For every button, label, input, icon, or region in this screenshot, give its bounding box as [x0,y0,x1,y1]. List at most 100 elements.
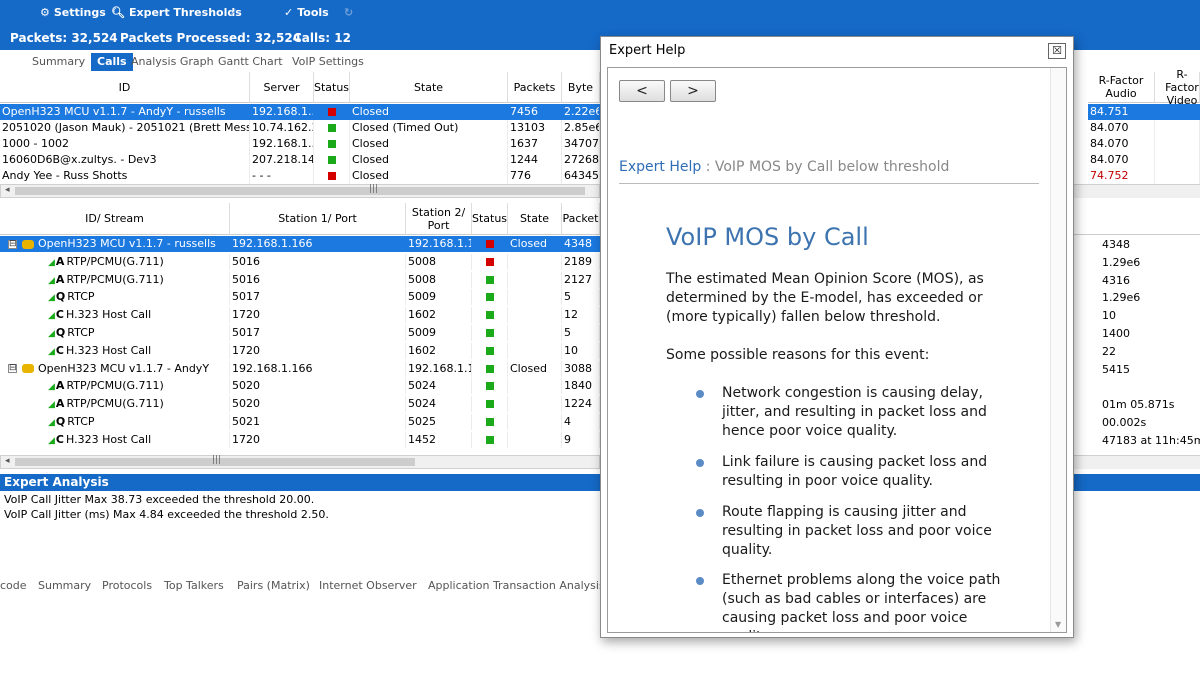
call-state-cell: Closed [350,104,508,120]
calls-count: Calls: 12 [293,31,351,45]
stream-row[interactable]: ◢A RTP/PCMU(G.711) 5020 5024 1840 [0,378,600,395]
collapse-icon[interactable]: ⊟ [8,239,17,249]
station1-cell: 192.168.1.166 [230,236,406,252]
protocol-icon: C [55,432,64,446]
stream-direction-icon: ◢ [48,400,55,411]
col-header-id[interactable]: ID [0,72,250,103]
col-header-stream-state[interactable]: State [508,203,562,235]
help-vertical-scrollbar[interactable]: ▼ [1050,68,1066,632]
col-header-stream-packets[interactable]: Packet [562,203,600,235]
stream-status-cell [472,342,508,359]
table-row[interactable]: 16060D6B@x.zultys. - Dev3207.218.14... Cl… [0,152,600,168]
col-header-id-stream[interactable]: ID/ Stream [0,203,230,235]
tab-gantt-chart[interactable]: Gantt Chart [212,53,289,71]
tab-internet-observer[interactable]: Internet Observer [319,579,417,592]
stream-status-cell [472,271,508,288]
rfactor-video-cell [1155,104,1200,120]
col-header-stream-status[interactable]: Status [472,203,508,235]
tab-analysis-graph[interactable]: Analysis Graph [125,53,220,71]
col-header-station2[interactable]: Station 2/ Port [406,203,472,235]
tab-code[interactable]: code [0,579,27,592]
close-icon: ☒ [1052,44,1062,57]
stream-status-cell [472,414,508,430]
detail-value: 4316 [1102,273,1130,287]
table-row[interactable]: 84.070 [1088,120,1200,136]
expert-analysis-message[interactable]: VoIP Call Jitter Max 38.73 exceeded the … [4,493,314,506]
tab-summary[interactable]: Summary [26,53,91,71]
reasons-lead: Some possible reasons for this event: [666,347,930,363]
col-header-rfactor-video[interactable]: R-Factor Video [1155,68,1200,107]
call-status-cell [314,120,350,136]
tab-voip-settings[interactable]: VoIP Settings [286,53,370,71]
col-header-status[interactable]: Status [314,72,350,103]
col-header-station1[interactable]: Station 1/ Port [230,203,406,235]
table-row[interactable]: 84.751 [1088,104,1200,120]
settings-menu[interactable]: ⚙ Settings [40,6,106,19]
call-tree-row[interactable]: ⊟ OpenH323 MCU v1.1.7 - AndyY 192.168.1.16… [0,360,600,377]
table-row[interactable]: 2051020 (Jason Mauk) - 2051021 (Brett Me… [0,120,600,136]
protocol-icon: C [55,343,64,357]
calls-horizontal-scrollbar[interactable]: ◂ ||| [0,184,600,198]
scroll-down-icon[interactable]: ▼ [1055,620,1061,629]
analysis-tabs: code Summary Protocols Top Talkers Pairs… [0,577,605,595]
dialog-title: Expert Help [609,43,686,58]
stream-status-cell [472,396,508,413]
expert-thresholds-menu[interactable]: 🔍︎ Expert Thresholds [111,6,242,19]
stream-packets-cell: 2127 [562,271,600,288]
expert-analysis-message[interactable]: VoIP Call Jitter (ms) Max 4.84 exceeded … [4,508,329,521]
table-row[interactable]: 74.752 [1088,168,1200,184]
tab-top-talkers[interactable]: Top Talkers [164,579,224,592]
call-bytes-cell: 272684 [564,152,600,168]
back-button[interactable]: < [619,80,665,102]
col-header-rfactor-audio[interactable]: R-Factor Audio [1088,72,1155,103]
streams-horizontal-scrollbar[interactable]: ◂ ||| [0,455,600,469]
stream-state-cell [508,396,562,413]
right-details-scrollbar[interactable] [1074,455,1200,469]
close-button[interactable]: ☒ [1048,43,1066,59]
station1-cell: 1720 [230,431,406,448]
scroll-left-icon[interactable]: ◂ [5,456,10,466]
station1-cell: 5017 [230,289,406,306]
stream-label: RTCP [67,326,95,339]
right-scrollbar[interactable] [1074,184,1200,198]
table-row[interactable]: OpenH323 MCU v1.1.7 - AndyY - russells 19… [0,104,600,120]
table-row[interactable]: 84.070 [1088,136,1200,152]
stream-row[interactable]: ◢A RTP/PCMU(G.711) 5016 5008 2189 [0,253,600,270]
tab-bottom-summary[interactable]: Summary [38,579,91,592]
tab-pairs-matrix[interactable]: Pairs (Matrix) [237,579,310,592]
scroll-left-icon[interactable]: ◂ [5,185,10,195]
stream-id-cell: ⊟ OpenH323 MCU v1.1.7 - russells [0,236,230,252]
stream-label: RTP/PCMU(G.711) [66,254,164,268]
table-row[interactable]: 1000 - 1002192.168.1.... Closed1637347070 [0,136,600,152]
call-tree-row[interactable]: ⊟ OpenH323 MCU v1.1.7 - russells 192.168.1… [0,236,600,252]
stream-row[interactable]: ◢Q RTCP 5017 5009 5 [0,289,600,306]
stream-row[interactable]: ◢A RTP/PCMU(G.711) 5016 5008 2127 [0,271,600,288]
rfactor-video-cell [1155,136,1200,152]
col-header-packets[interactable]: Packets [508,72,562,103]
tools-menu[interactable]: ✓ Tools [284,6,329,19]
col-header-state[interactable]: State [350,72,508,103]
call-packets-cell: 7456 [508,104,562,120]
collapse-icon[interactable]: ⊟ [8,364,17,374]
stream-row[interactable]: ◢C H.323 Host Call 1720 1452 9 [0,431,600,448]
stream-row[interactable]: ◢Q RTCP 5021 5025 4 [0,414,600,430]
table-row[interactable]: Andy Yee - Russ Shotts - - - Closed 776 6434… [0,168,600,184]
table-row[interactable]: 84.070 [1088,152,1200,168]
col-header-server[interactable]: Server [250,72,314,103]
forward-button[interactable]: > [670,80,716,102]
expert-thresholds-label: Expert Thresholds [128,6,242,19]
col-header-bytes[interactable]: Byte [562,72,600,103]
tab-application-transaction-analysis[interactable]: Application Transaction Analysis [428,579,605,592]
stream-row[interactable]: ◢Q RTCP 5017 5009 5 [0,325,600,341]
stream-id-cell: ◢C H.323 Host Call [0,307,230,324]
stream-row[interactable]: ◢C H.323 Host Call 1720 1602 10 [0,342,600,359]
calls-scroll-thumb[interactable] [15,187,585,195]
protocol-icon: Q [55,290,66,304]
breadcrumb-link[interactable]: Expert Help [619,159,701,175]
stream-id-cell: ◢A RTP/PCMU(G.711) [0,253,230,270]
stream-row[interactable]: ◢A RTP/PCMU(G.711) 5020 5024 1224 [0,396,600,413]
stream-row[interactable]: ◢C H.323 Host Call 1720 1602 12 [0,307,600,324]
status-green-icon [486,311,494,320]
tab-protocols[interactable]: Protocols [102,579,152,592]
station1-cell: 5017 [230,325,406,341]
